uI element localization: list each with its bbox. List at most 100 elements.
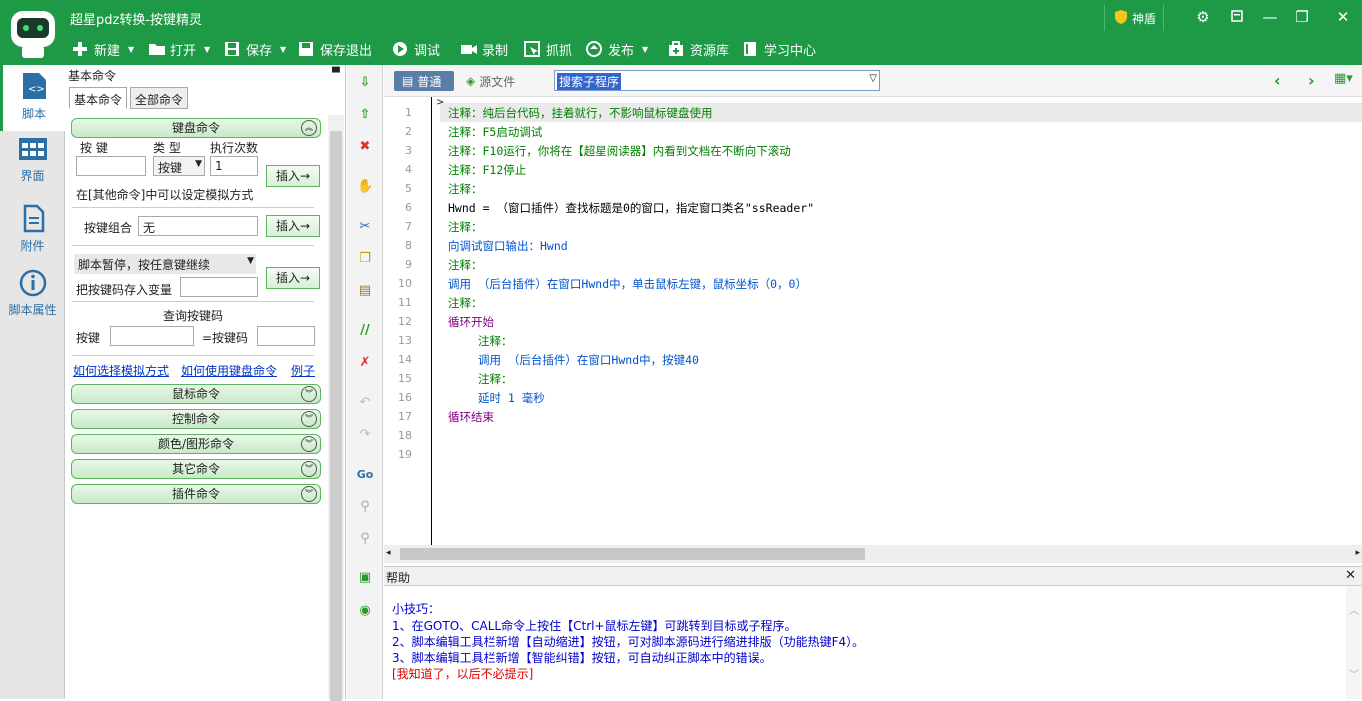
save-var-input[interactable] [180,277,258,297]
paste-icon[interactable]: ▤ [357,283,373,299]
link-simulation-mode[interactable]: 如何选择模拟方式 [73,362,169,379]
section-mouse-commands[interactable]: 鼠标命令 ︾ [71,384,321,404]
query-key-input[interactable] [110,326,194,346]
save-exit-button[interactable]: 保存退出 [298,38,372,60]
section-plugin-commands[interactable]: 插件命令 ︾ [71,484,321,504]
redo-icon[interactable]: ↷ [357,427,373,443]
key-input[interactable] [76,156,146,176]
play-icon [392,41,408,57]
view-icon[interactable]: ◉ [357,603,373,619]
code-line[interactable]: 注释：F5启动调试 [448,124,542,140]
hand-icon[interactable]: ✋ [357,179,373,195]
scroll-right-icon[interactable]: ▸ [1355,548,1360,558]
nav-item-attachment[interactable]: 附件 [0,197,65,263]
combo-input[interactable]: 无 [138,216,258,236]
folder-icon [148,41,165,57]
undo-icon[interactable]: ↶ [357,395,373,411]
goto-icon[interactable]: Go [353,467,377,483]
next-icon[interactable]: › [1308,71,1315,90]
publish-button[interactable]: 发布 ▼ [586,38,648,60]
scroll-left-icon[interactable]: ◂ [386,548,391,558]
editor-horizontal-scrollbar-thumb[interactable] [400,548,865,560]
record-button[interactable]: 录制 [460,38,508,60]
code-line[interactable]: 注释： [448,295,483,311]
insert-pause-button[interactable]: 插入→ [266,267,320,289]
open-button[interactable]: 打开 ▼ [148,38,210,60]
prev-icon[interactable]: ‹ [1274,71,1281,90]
code-line[interactable]: Hwnd = （窗口插件）查找标题是0的窗口，指定窗口类名"ssReader" [448,200,814,216]
code-line[interactable]: 注释： [478,371,513,387]
find-next-icon[interactable]: ⚲ [357,531,373,547]
layout-icon[interactable]: ▦▾ [1334,71,1353,86]
code-line[interactable]: 注释： [448,257,483,273]
code-line[interactable]: 循环结束 [448,409,494,425]
panel-scrollbar-thumb[interactable] [330,131,342,701]
pin-icon[interactable]: ▀ [332,68,340,79]
skin-icon[interactable] [1226,8,1248,26]
code-line[interactable]: 注释： [448,219,483,235]
type-select[interactable]: 按键 ▼ [153,156,205,176]
info-icon [19,269,46,297]
debug-button[interactable]: 调试 [392,38,440,60]
dismiss-tips-link[interactable]: [我知道了，以后不必提示] [392,665,533,682]
find-icon[interactable]: ⚲ [357,499,373,515]
tab-source-view[interactable]: ◈ 源文件 [462,71,532,91]
link-keyboard-usage[interactable]: 如何使用键盘命令 [181,362,277,379]
link-example[interactable]: 例子 [291,362,315,379]
delete-icon[interactable]: ✖ [357,139,373,155]
cut-icon[interactable]: ✂ [357,219,373,235]
tab-all-commands[interactable]: 全部命令 [130,87,189,109]
nav-item-ui[interactable]: 界面 [0,131,65,197]
dropdown-icon: ▼ [195,159,202,169]
grab-button[interactable]: 抓抓 [524,38,572,60]
tab-basic-commands[interactable]: 基本命令 [69,87,128,109]
minimize-icon[interactable]: — [1259,8,1281,26]
help-scrollbar[interactable]: ︿ ﹀ [1346,586,1362,699]
code-line[interactable]: 注释：F10运行，你将在【超星阅读器】内看到文档在不断向下滚动 [448,143,791,159]
code-line[interactable]: 注释：纯后台代码，挂着就行，不影响鼠标键盘使用 [448,105,713,121]
maximize-icon[interactable]: ❐ [1291,8,1313,26]
arrow-down-icon[interactable]: ⇩ [357,75,373,91]
arrow-up-icon[interactable]: ⇧ [357,107,373,123]
settings-icon[interactable]: ⚙ [1192,8,1214,26]
nav-item-script-properties[interactable]: 脚本属性 [0,263,65,329]
count-input[interactable]: 1 [210,156,258,176]
copy-icon[interactable]: ❐ [357,251,373,267]
line-number: 10 [398,277,412,290]
section-color-graphics-commands[interactable]: 颜色/图形命令 ︾ [71,434,321,454]
pause-select[interactable]: 脚本暂停，按任意键继续 ▼ [74,254,256,274]
section-other-commands[interactable]: 其它命令 ︾ [71,459,321,479]
save-button[interactable]: 保存 ▼ [224,38,286,60]
query-title: 查询按键码 [163,309,224,323]
new-button[interactable]: 新建 ▼ [72,38,134,60]
scroll-up-icon[interactable]: ︿ [1349,602,1359,617]
help-tip: 2、脚本编辑工具栏新增【自动缩进】按钮，可对脚本源码进行缩进排版（功能热键F4）… [392,635,865,649]
code-line[interactable]: 调用 （后台插件）在窗口Hwnd中，按键40 [478,352,699,368]
close-icon[interactable]: ✕ [1332,8,1354,26]
comment-icon[interactable]: // [357,323,373,339]
code-line[interactable]: 调用 （后台插件）在窗口Hwnd中，单击鼠标左键，鼠标坐标（0，0） [448,276,807,292]
code-line[interactable]: 向调试窗口输出：Hwnd [448,238,568,254]
nav-item-script[interactable]: <> 脚本 [0,65,65,131]
tab-normal-view[interactable]: ▤ 普通 [394,71,454,91]
help-close-icon[interactable]: ✕ [1345,568,1356,583]
insert-combo-button[interactable]: 插入→ [266,215,320,237]
code-line[interactable]: 注释：F12停止 [448,162,526,178]
code-line[interactable]: 注释： [448,181,483,197]
panel-icon[interactable]: ▣ [357,570,373,586]
learning-center-button[interactable]: 学习中心 [742,38,816,60]
section-keyboard-commands[interactable]: 键盘命令 ︽ [71,118,321,138]
insert-key-button[interactable]: 插入→ [266,165,320,187]
query-key-label: 按键 [76,331,101,345]
book-icon [742,41,758,57]
code-line[interactable]: 注释： [478,333,513,349]
code-line[interactable]: 循环开始 [448,314,494,330]
resource-library-button[interactable]: 资源库 [668,38,729,60]
shield-button[interactable]: 神盾 [1104,5,1164,31]
query-code-input[interactable] [257,326,315,346]
scroll-down-icon[interactable]: ﹀ [1349,666,1359,681]
code-line[interactable]: 延时 1 毫秒 [478,390,545,406]
section-control-commands[interactable]: 控制命令 ︾ [71,409,321,429]
uncomment-icon[interactable]: ✗ [357,355,373,371]
subroutine-search-select[interactable]: 搜索子程序 ▽ [554,70,880,91]
